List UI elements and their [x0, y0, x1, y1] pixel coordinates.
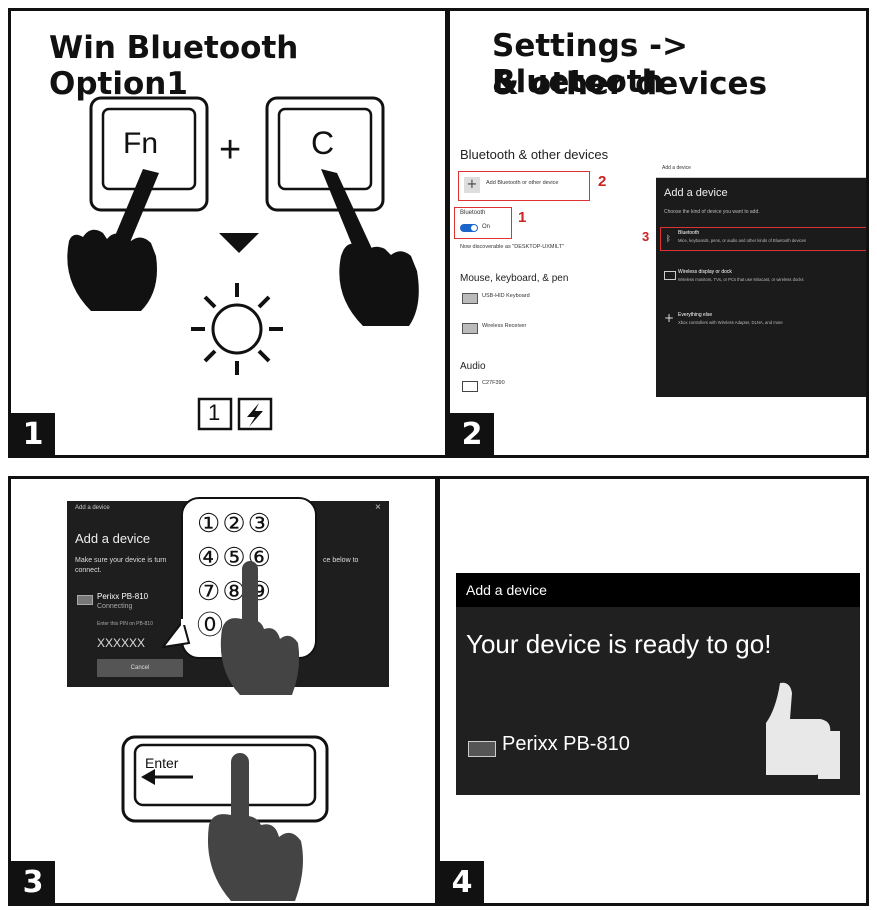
cancel-button[interactable]: Cancel [97, 659, 183, 677]
mouse-item-1[interactable]: USB-HID Keyboard [482, 293, 530, 299]
mouse-keyboard-heading: Mouse, keyboard, & pen [460, 273, 569, 284]
plus-sign: + [219, 129, 242, 171]
pressing-hand-icon [207, 753, 303, 901]
pointing-hand-icon [220, 561, 300, 695]
callout-2: 2 [598, 173, 607, 190]
keyboard-icon [468, 741, 496, 757]
fn-c-illustration [67, 96, 419, 431]
everything-else-option-title[interactable]: Everything else [678, 312, 712, 318]
everything-else-option-desc: Xbox controllers with Wireless Adapter, … [678, 320, 783, 325]
pin-dialog-titlebar: Add a device [75, 505, 110, 511]
display-option-desc: Wireless monitors, TVs, or PCs that use … [678, 277, 804, 282]
close-icon[interactable]: × [375, 502, 381, 513]
bluetooth-label: Bluetooth [460, 210, 486, 216]
monitor-icon [462, 381, 478, 392]
bluetooth-icon: ᛒ [666, 234, 671, 243]
keypad-key-1[interactable]: ① [197, 508, 222, 538]
step-2-title-line2: & other devices [492, 66, 768, 102]
receiver-icon [462, 323, 478, 334]
mouse-item-2[interactable]: Wireless Receiver [482, 323, 526, 329]
display-icon [664, 271, 676, 280]
dialog-titlebar-text: Add a device [662, 165, 691, 171]
plus-icon: + [664, 311, 675, 325]
dialog-heading: Add a device [664, 187, 728, 199]
step-number: 4 [440, 861, 484, 903]
f1-key-label: 1 [208, 400, 221, 425]
c-key-label: C [311, 125, 335, 161]
bluetooth-option-title: Bluetooth [678, 230, 700, 236]
audio-heading: Audio [460, 361, 486, 372]
step-3-panel: Add a device × Add a device Make sure yo… [8, 476, 438, 906]
step-1-panel: Win Bluetooth Option1 Fn + C 1 1 [8, 8, 448, 458]
step-number: 1 [11, 413, 55, 455]
pin-dialog-device-status: Connecting [97, 603, 133, 610]
pin-dialog-subtext-left: Make sure your device is turn [75, 557, 167, 564]
pin-dialog-device-name: Perixx PB-810 [97, 592, 149, 601]
bluetooth-toggle[interactable] [460, 224, 478, 232]
enter-key-label: Enter [145, 755, 179, 771]
step-number: 2 [450, 413, 494, 455]
pin-dialog-subtext-line2: connect. [75, 567, 102, 574]
ready-dialog: Add a device Your device is ready to go!… [456, 573, 860, 795]
keypad-key-2[interactable]: ② [222, 508, 247, 538]
add-device-dialog: Add a device Add a device Choose the kin… [656, 161, 866, 397]
add-device-button[interactable]: Add Bluetooth or other device [486, 180, 558, 186]
audio-item[interactable]: C27F390 [482, 380, 505, 386]
callout-1: 1 [518, 209, 527, 226]
toggle-state-label: On [482, 224, 491, 230]
keypad-key-3[interactable]: ③ [248, 508, 273, 538]
keyboard-icon [462, 293, 478, 304]
pin-dialog-subtext-right: ce below to [323, 557, 359, 564]
dialog-subtext: Choose the kind of device you want to ad… [664, 209, 760, 215]
settings-section-heading: Bluetooth & other devices [460, 147, 609, 162]
add-icon: + [464, 177, 480, 193]
pin-value: XXXXXX [97, 636, 146, 650]
ready-dialog-titlebar-text: Add a device [466, 582, 547, 598]
step-4-panel: Add a device Your device is ready to go!… [437, 476, 869, 906]
down-arrow-icon [219, 233, 259, 253]
discoverable-text: Now discoverable as "DESKTOP-UXMILT" [460, 244, 564, 250]
keypad-row-1: ①②③ [197, 507, 273, 539]
thumbs-up-icon [766, 682, 840, 779]
dialog-titlebar: Add a device [656, 161, 866, 178]
backlight-sun-icon [191, 283, 283, 375]
ready-dialog-titlebar: Add a device [456, 573, 860, 607]
ready-message: Your device is ready to go! [466, 629, 772, 659]
keypad-pointer [161, 619, 191, 649]
step-number: 3 [11, 861, 55, 903]
callout-3: 3 [642, 229, 650, 244]
pin-prompt: Enter this PIN on PB-810 [97, 621, 153, 627]
fn-key-label: Fn [123, 127, 159, 160]
step-2-panel: Settings -> Bluetooth & other devices Bl… [447, 8, 869, 458]
keyboard-icon [77, 595, 93, 605]
display-option-title[interactable]: Wireless display or dock [678, 269, 732, 275]
bluetooth-option-desc: Mice, keyboards, pens, or audio and othe… [678, 238, 807, 243]
ready-device-name: Perixx PB-810 [502, 733, 630, 755]
pin-dialog-heading: Add a device [75, 531, 151, 546]
